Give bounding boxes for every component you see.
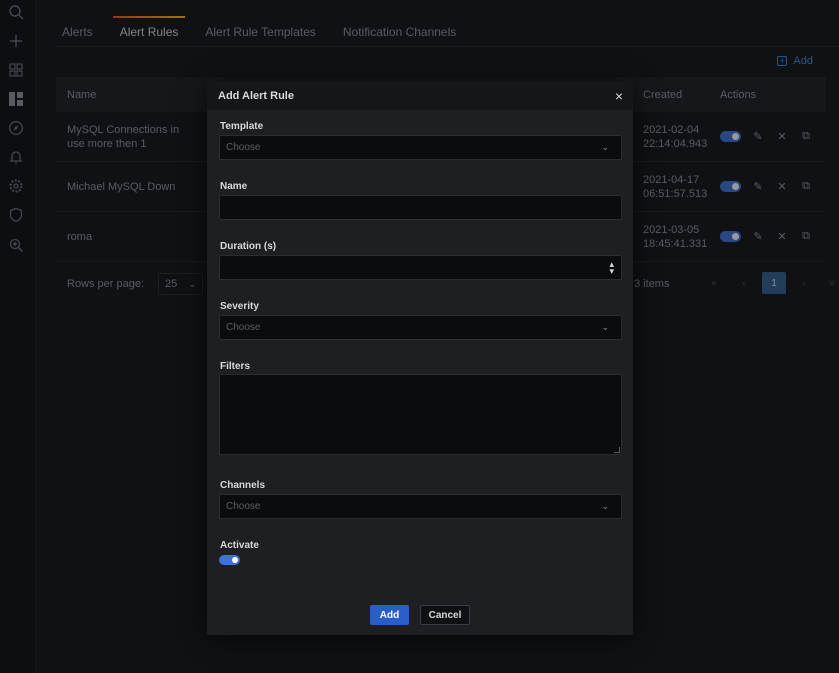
name-input[interactable] [219, 195, 622, 220]
close-icon[interactable]: × [615, 89, 623, 103]
template-select[interactable]: Choose ⌄ [219, 135, 622, 160]
severity-label: Severity [220, 301, 259, 312]
duration-input[interactable]: ▴ ▾ [219, 255, 622, 280]
severity-select[interactable]: Choose ⌄ [219, 315, 622, 340]
resize-handle-icon[interactable] [614, 447, 620, 453]
severity-placeholder: Choose [226, 322, 261, 333]
activate-toggle[interactable] [219, 555, 240, 565]
add-button[interactable]: Add [370, 605, 409, 625]
number-spinner-icon[interactable]: ▴ ▾ [609, 259, 614, 275]
filters-textarea[interactable] [219, 374, 622, 455]
template-placeholder: Choose [226, 142, 261, 153]
modal-header: Add Alert Rule × [207, 81, 633, 110]
filters-label: Filters [220, 361, 251, 372]
channels-select[interactable]: Choose ⌄ [219, 494, 622, 519]
activate-label: Activate [220, 540, 259, 551]
template-label: Template [220, 121, 264, 132]
chevron-down-icon: ⌄ [601, 322, 609, 332]
channels-label: Channels [220, 480, 266, 491]
duration-label: Duration (s) [220, 241, 277, 252]
name-label: Name [220, 181, 248, 192]
chevron-down-icon: ⌄ [601, 142, 609, 152]
add-alert-rule-modal: Add Alert Rule × Template Choose ⌄ Name … [207, 81, 633, 635]
cancel-button[interactable]: Cancel [420, 605, 470, 625]
chevron-down-icon: ⌄ [601, 501, 609, 511]
modal-title: Add Alert Rule [218, 89, 294, 102]
channels-placeholder: Choose [226, 501, 261, 512]
